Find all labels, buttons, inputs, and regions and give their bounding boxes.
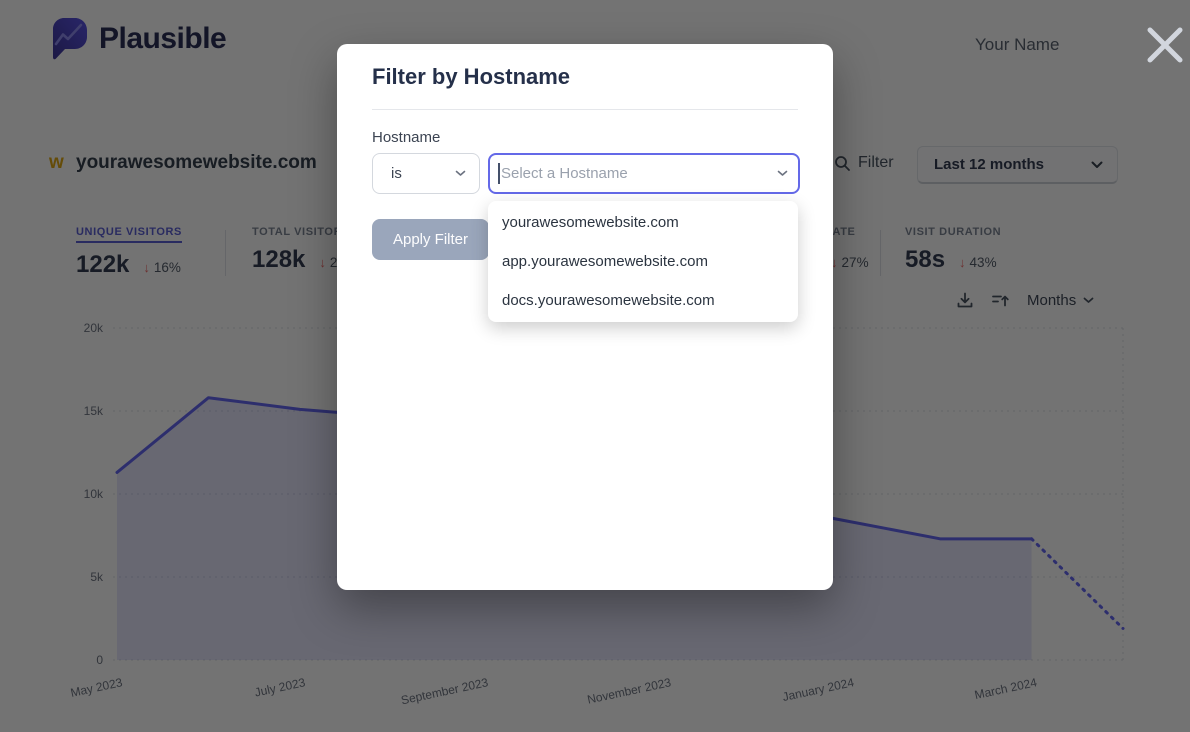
text-caret [498,163,500,184]
apply-filter-button[interactable]: Apply Filter [372,219,489,260]
close-modal-button[interactable] [1141,22,1189,70]
hostname-option[interactable]: yourawesomewebsite.com [488,203,798,242]
hostname-options-dropdown: yourawesomewebsite.com app.yourawesomewe… [488,201,798,322]
operator-value: is [391,165,402,182]
hostname-input-wrap [488,153,800,194]
modal-divider [372,109,798,110]
hostname-option[interactable]: docs.yourawesomewebsite.com [488,281,798,320]
close-icon [1143,23,1187,67]
operator-select[interactable]: is [372,153,480,194]
chevron-down-icon [455,170,466,177]
hostname-input[interactable] [488,153,800,194]
hostname-field-label: Hostname [372,129,440,146]
modal-title: Filter by Hostname [372,64,570,90]
hostname-option[interactable]: app.yourawesomewebsite.com [488,242,798,281]
plausible-dashboard: Plausible Your Name w yourawesomewebsite… [0,0,1190,732]
chevron-down-icon [777,170,788,177]
